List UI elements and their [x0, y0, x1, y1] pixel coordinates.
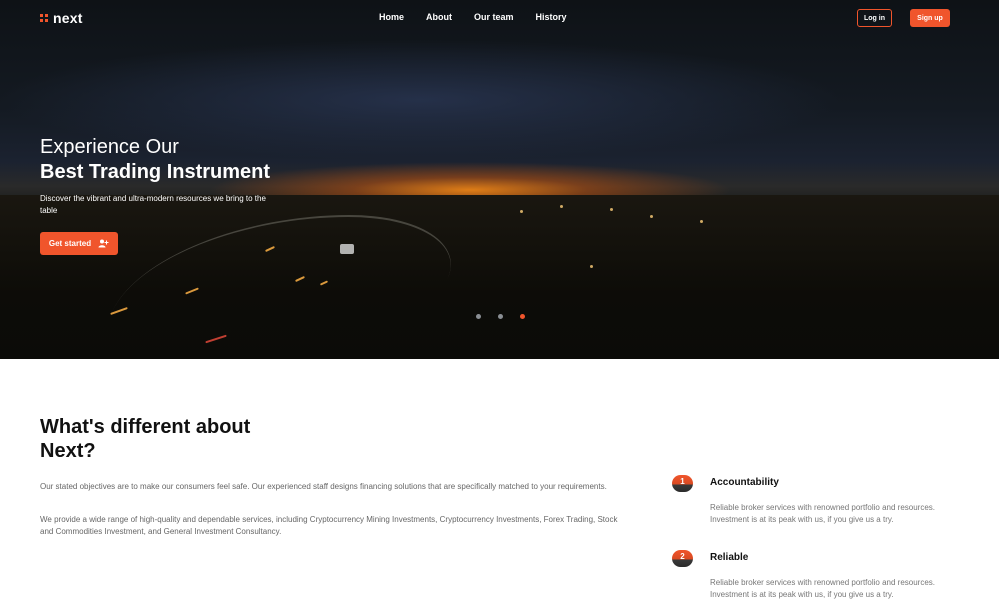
get-started-label: Get started [48, 239, 92, 248]
feature-number-badge: 1 [672, 475, 693, 492]
city-light [590, 265, 593, 268]
truck-light [340, 244, 354, 254]
brand-logo[interactable]: next [40, 10, 83, 26]
nav-link-our-team[interactable]: Our team [474, 12, 514, 22]
carousel-dot-1[interactable] [476, 314, 481, 319]
carousel-indicators [476, 314, 525, 319]
city-light [700, 220, 703, 223]
feature-number-badge: 2 [672, 550, 693, 567]
nav-link-home[interactable]: Home [379, 12, 404, 22]
city-light [560, 205, 563, 208]
nav-link-about[interactable]: About [426, 12, 452, 22]
hero-title-line1: Experience Our [40, 136, 179, 158]
nav-link-history[interactable]: History [536, 12, 567, 22]
about-paragraph-2: We provide a wide range of high-quality … [40, 515, 618, 536]
hero-title-line2: Best Trading Instrument [40, 161, 271, 183]
feature-description: Reliable broker services with renowned p… [710, 503, 935, 524]
city-light [520, 210, 523, 213]
feature-title: Reliable [710, 552, 749, 563]
login-button[interactable]: Log in [857, 9, 892, 27]
top-navigation: next Home About Our team History Log in … [0, 0, 999, 36]
hero-subtitle: Discover the vibrant and ultra-modern re… [40, 194, 266, 215]
carousel-dot-2[interactable] [498, 314, 503, 319]
feature-description: Reliable broker services with renowned p… [710, 578, 935, 599]
hero-section: next Home About Our team History Log in … [0, 0, 999, 359]
brand-name: next [53, 10, 83, 26]
logo-mark-icon [40, 14, 48, 22]
add-user-icon [98, 239, 109, 248]
carousel-dot-3-active[interactable] [520, 314, 525, 319]
city-light [650, 215, 653, 218]
about-paragraph-1: Our stated objectives are to make our co… [40, 482, 607, 491]
nav-links: Home About Our team History [379, 12, 589, 22]
signup-button[interactable]: Sign up [910, 9, 950, 27]
city-light [610, 208, 613, 211]
feature-title: Accountability [710, 477, 779, 488]
get-started-button[interactable]: Get started [40, 232, 118, 255]
about-title: What's different about Next? [40, 416, 251, 462]
